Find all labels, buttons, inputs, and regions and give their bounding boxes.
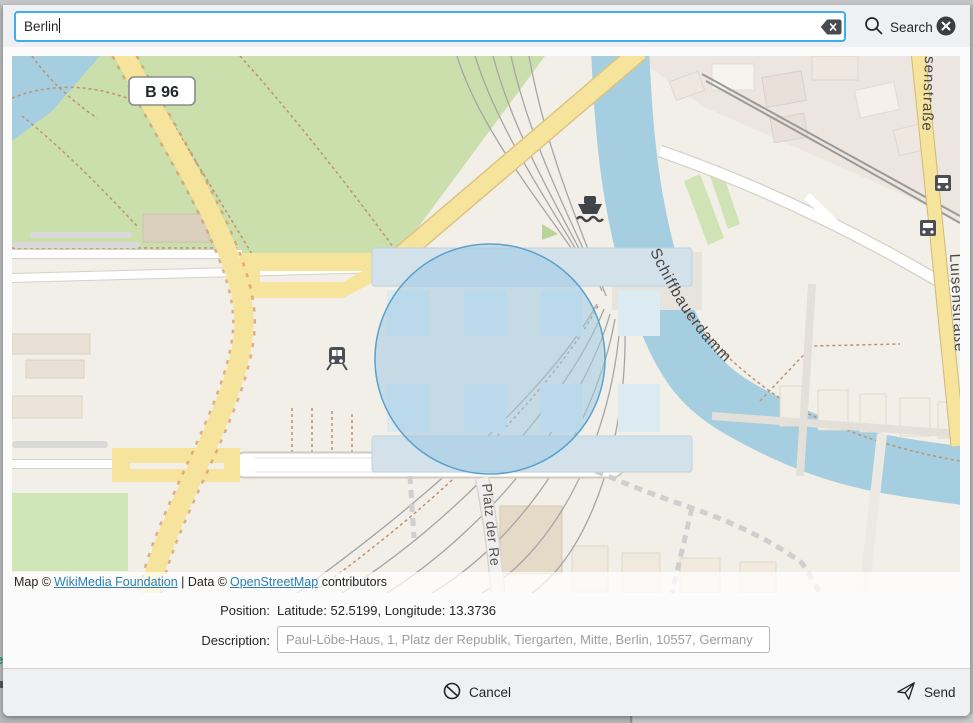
send-button[interactable]: Send bbox=[890, 678, 962, 706]
attribution-suffix: contributors bbox=[322, 575, 387, 589]
location-accuracy-circle[interactable] bbox=[375, 244, 605, 474]
cancel-button[interactable]: Cancel bbox=[437, 678, 517, 706]
cancel-icon bbox=[443, 682, 461, 703]
search-input[interactable]: Berlin bbox=[14, 11, 846, 42]
send-icon bbox=[896, 681, 916, 704]
close-dialog-button[interactable] bbox=[936, 16, 956, 36]
road-badge-label: B 96 bbox=[145, 84, 179, 101]
map-view[interactable]: B 96 Schiffbauerdamm senstraße Luisenstr… bbox=[12, 56, 960, 593]
tram-stop-icon bbox=[920, 220, 936, 236]
street-label-senstrasse: senstraße bbox=[918, 56, 938, 132]
road-badge-b96: B 96 bbox=[129, 77, 195, 105]
description-row: Description: bbox=[0, 626, 973, 654]
tram-stop-icon bbox=[935, 175, 951, 191]
openstreetmap-link[interactable]: OpenStreetMap bbox=[230, 575, 318, 589]
position-label: Position: bbox=[130, 603, 270, 618]
description-input[interactable] bbox=[277, 626, 770, 653]
attribution-data-prefix: | Data © bbox=[181, 575, 227, 589]
attribution-map-prefix: Map © bbox=[14, 575, 51, 589]
cancel-button-label: Cancel bbox=[469, 685, 511, 700]
wikimedia-link[interactable]: WikiMedia Foundation bbox=[54, 575, 178, 589]
search-button-label: Search bbox=[890, 20, 933, 35]
search-icon bbox=[864, 16, 883, 38]
clear-text-icon[interactable] bbox=[820, 19, 842, 35]
send-button-label: Send bbox=[924, 685, 956, 700]
position-value: Latitude: 52.5199, Longitude: 13.3736 bbox=[277, 603, 496, 618]
park-small bbox=[12, 493, 128, 571]
description-label: Description: bbox=[130, 633, 270, 648]
position-row: Position: Latitude: 52.5199, Longitude: … bbox=[0, 603, 973, 621]
search-input-value: Berlin bbox=[24, 19, 59, 34]
text-cursor bbox=[59, 18, 60, 33]
map-attribution: Map ©WikiMedia Foundation | Data ©OpenSt… bbox=[12, 572, 960, 593]
search-button[interactable]: Search bbox=[860, 13, 937, 41]
map-canvas: B 96 Schiffbauerdamm senstraße Luisenstr… bbox=[12, 56, 960, 593]
screen: e Berlin Search bbox=[0, 0, 973, 723]
